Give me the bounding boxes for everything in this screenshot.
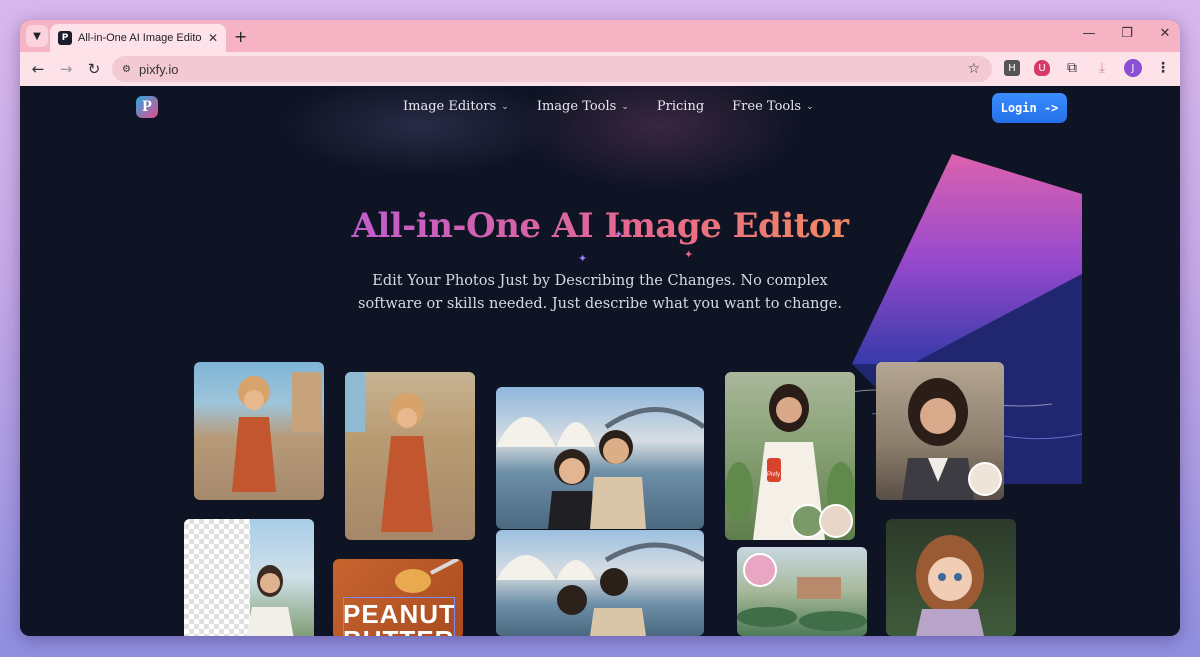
- woman-figure-icon: [345, 372, 433, 532]
- chevron-down-icon: ⌄: [501, 101, 509, 112]
- back-arrow-icon[interactable]: ←: [24, 60, 52, 78]
- nav-label: Pricing: [656, 99, 705, 114]
- couple-opera-house-icon: [496, 542, 704, 636]
- address-bar[interactable]: ⚙ pixfy.io ☆: [112, 56, 992, 82]
- pixfy-page: P Image Editors ⌄ Image Tools ⌄ Pricing …: [20, 86, 1180, 636]
- shield-extension-icon[interactable]: U: [1034, 60, 1050, 76]
- can-label: Pixfy: [767, 472, 781, 478]
- sample-image-beach-woman-original[interactable]: [194, 362, 324, 500]
- sparkle-icon: ✦: [578, 252, 588, 265]
- sparkle-icon: ✦: [614, 228, 624, 241]
- window-controls: — ❐ ✕: [1082, 26, 1172, 41]
- lotus-source-avatar: [743, 553, 777, 587]
- nav-label: Free Tools: [732, 99, 802, 114]
- close-window-icon[interactable]: ✕: [1158, 26, 1172, 41]
- main-nav: Image Editors ⌄ Image Tools ⌄ Pricing Fr…: [403, 99, 814, 114]
- nav-pricing[interactable]: Pricing: [657, 99, 704, 114]
- source-avatar-woman: [968, 462, 1002, 496]
- hero-subtitle: Edit Your Photos Just by Describing the …: [320, 270, 880, 316]
- nav-free-tools[interactable]: Free Tools ⌄: [732, 99, 813, 114]
- nav-image-tools[interactable]: Image Tools ⌄: [537, 99, 629, 114]
- new-tab-button[interactable]: +: [234, 27, 247, 46]
- toolbar-right: H U ⧉ ⤓ J ⋮: [1004, 59, 1170, 77]
- sample-image-lotus-pond[interactable]: [737, 547, 867, 636]
- sample-image-beach-woman-edited[interactable]: [345, 372, 475, 540]
- forward-arrow-icon[interactable]: →: [52, 60, 80, 78]
- tab-title: All-in-One AI Image Editor | Edi: [78, 32, 202, 44]
- nav-label: Image Editors: [403, 99, 497, 114]
- text-selection-box[interactable]: [343, 597, 455, 636]
- pixfy-logo[interactable]: P: [136, 96, 158, 118]
- sample-image-sydney-couple-original[interactable]: [496, 387, 704, 529]
- browser-window: ▼ P All-in-One AI Image Editor | Edi ✕ +…: [20, 20, 1180, 636]
- sample-image-anime-girl[interactable]: [886, 519, 1016, 636]
- url-text: pixfy.io: [138, 61, 179, 77]
- restore-icon[interactable]: ❐: [1120, 26, 1134, 41]
- minimize-icon[interactable]: —: [1082, 26, 1096, 41]
- site-settings-icon[interactable]: ⚙: [122, 64, 131, 75]
- reload-icon[interactable]: ↻: [80, 60, 108, 78]
- close-icon[interactable]: ✕: [208, 31, 218, 45]
- extension-h-icon[interactable]: H: [1004, 60, 1020, 76]
- chevron-down-icon: ⌄: [806, 101, 814, 112]
- anime-girl-icon: [916, 535, 984, 636]
- nav-label: Image Tools: [536, 99, 617, 114]
- login-button[interactable]: Login ->: [992, 93, 1067, 123]
- couple-opera-house-icon: [496, 407, 704, 529]
- nav-image-editors[interactable]: Image Editors ⌄: [403, 99, 509, 114]
- browser-toolbar: ← → ↻ ⚙ pixfy.io ☆ H U ⧉ ⤓ J ⋮: [20, 52, 1180, 86]
- sparkle-icon: ✦: [684, 248, 694, 261]
- chevron-down-icon: ▼: [33, 30, 41, 42]
- bookmark-star-icon[interactable]: ☆: [967, 61, 980, 77]
- download-icon[interactable]: ⤓: [1094, 60, 1110, 76]
- sample-image-peanut-butter[interactable]: PEANUT BUTTER: [333, 559, 463, 636]
- hero-subtitle-line: software or skills needed. Just describe…: [358, 296, 842, 312]
- tab-strip: ▼ P All-in-One AI Image Editor | Edi ✕ +…: [20, 20, 1180, 52]
- sample-image-sydney-couple-edited[interactable]: [496, 530, 704, 636]
- hero-subtitle-line: Edit Your Photos Just by Describing the …: [372, 273, 828, 289]
- kebab-menu-icon[interactable]: ⋮: [1156, 60, 1170, 76]
- pixfy-favicon-icon: P: [58, 31, 72, 45]
- extensions-puzzle-icon[interactable]: ⧉: [1064, 60, 1080, 76]
- woman-figure-icon: [232, 372, 322, 492]
- sample-image-headshot-woman[interactable]: [876, 362, 1004, 500]
- profile-avatar[interactable]: J: [1124, 59, 1142, 77]
- browser-tab-active[interactable]: P All-in-One AI Image Editor | Edi ✕: [50, 24, 226, 52]
- hero-title: All-in-One AI Image Editor: [20, 206, 1180, 246]
- tab-search-button[interactable]: ▼: [26, 25, 48, 47]
- woman-figure-icon: [246, 565, 294, 636]
- source-avatar-woman: [819, 504, 853, 538]
- sample-image-woman-cactus-can[interactable]: Pixfy: [725, 372, 855, 540]
- chevron-down-icon: ⌄: [621, 101, 629, 112]
- sample-image-background-removed[interactable]: [184, 519, 314, 636]
